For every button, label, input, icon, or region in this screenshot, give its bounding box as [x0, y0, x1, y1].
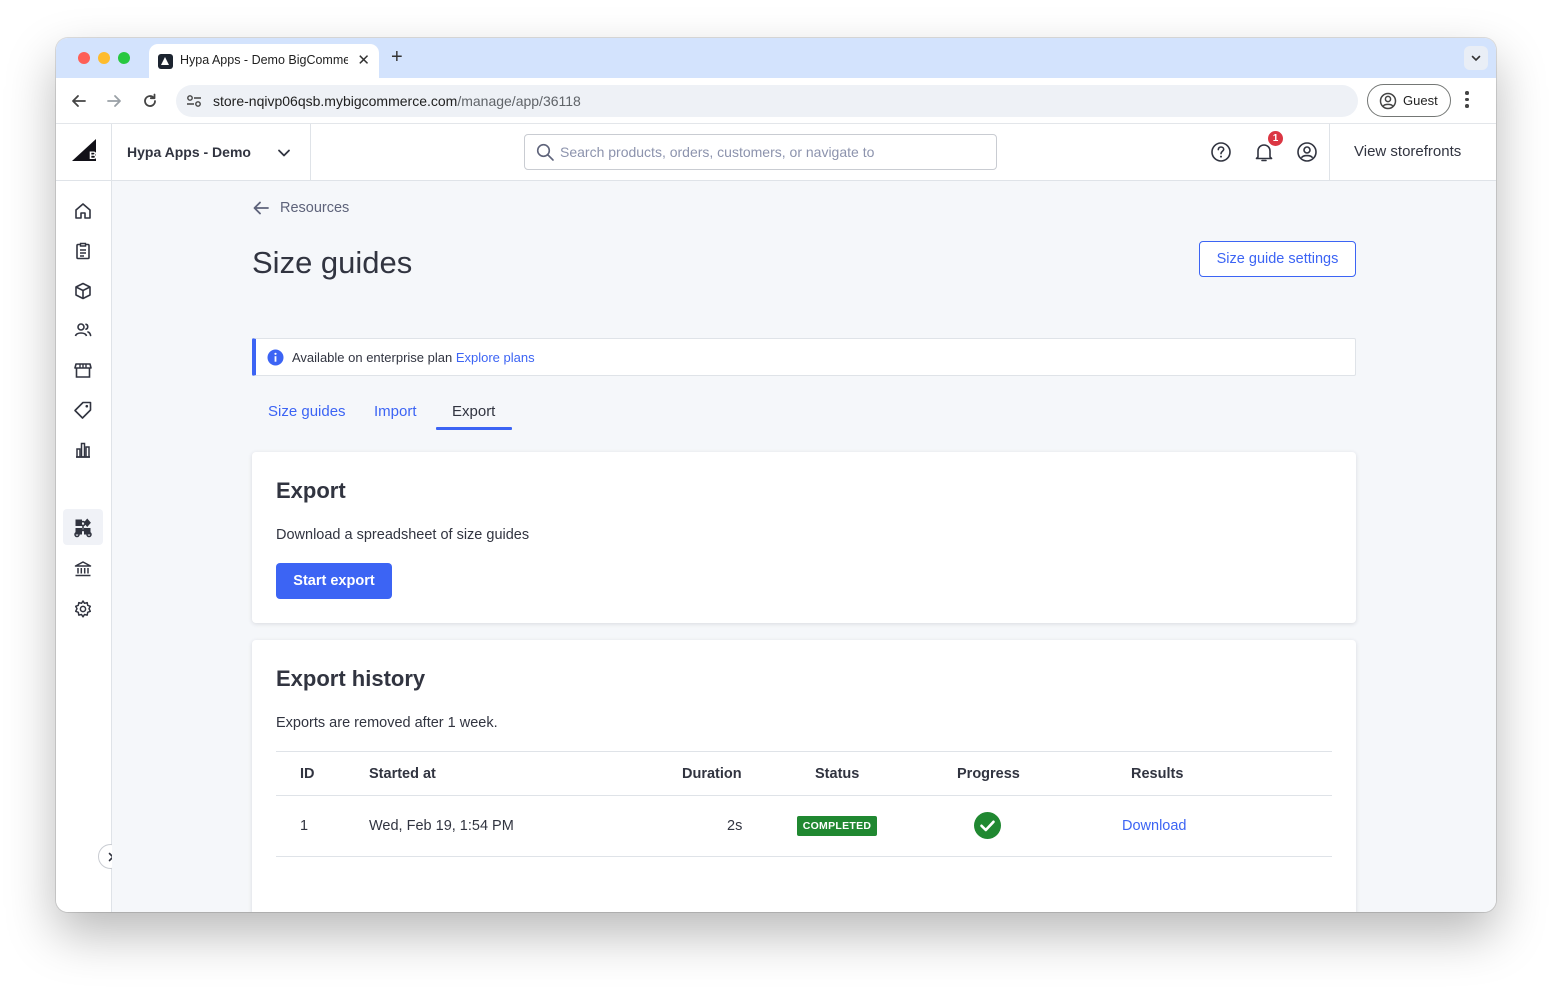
notification-count-badge: 1	[1268, 131, 1283, 146]
browser-menu-icon[interactable]	[1465, 91, 1469, 111]
url-path: /manage/app/36118	[457, 93, 581, 109]
export-card-title: Export	[276, 478, 346, 503]
profile-button[interactable]: Guest	[1367, 84, 1451, 117]
cell-id: 1	[300, 818, 309, 834]
back-arrow-icon[interactable]	[68, 90, 90, 112]
column-header-duration: Duration	[682, 766, 742, 782]
storefront-icon	[74, 363, 92, 378]
table-row: 1 Wed, Feb 19, 1:54 PM 2s COMPLETED Down…	[276, 796, 1332, 857]
size-guide-settings-button[interactable]: Size guide settings	[1199, 241, 1356, 277]
account-icon[interactable]	[1296, 141, 1318, 163]
start-export-button[interactable]: Start export	[276, 563, 392, 599]
cell-duration: 2s	[727, 818, 743, 834]
info-icon	[267, 349, 284, 366]
sidebar-item-settings[interactable]	[71, 597, 95, 621]
sidebar-nav	[56, 181, 112, 912]
main-content: Resources Size guides Size guide setting…	[112, 181, 1496, 912]
browser-toolbar: store-nqivp06qsb.mybigcommerce.com/manag…	[56, 78, 1496, 124]
export-card: Export Download a spreadsheet of size gu…	[252, 452, 1356, 623]
bigcommerce-logo-icon: B	[72, 139, 97, 162]
store-switcher-chevron-icon[interactable]	[276, 145, 292, 161]
back-arrow-icon	[253, 201, 269, 215]
forward-arrow-icon[interactable]	[103, 90, 125, 112]
close-window-button[interactable]	[78, 52, 90, 64]
browser-tab-title: Hypa Apps - Demo BigCommerce	[180, 53, 348, 67]
cell-started-at: Wed, Feb 19, 1:54 PM	[369, 818, 514, 834]
profile-icon	[1379, 92, 1397, 110]
tab-size-guides[interactable]: Size guides	[268, 403, 346, 420]
customers-icon	[74, 323, 92, 337]
banner-message: Available on enterprise plan	[292, 350, 453, 365]
column-header-started-at: Started at	[369, 766, 436, 782]
back-to-resources-link[interactable]: Resources	[252, 200, 349, 216]
reload-icon[interactable]	[139, 90, 161, 112]
column-header-progress: Progress	[957, 766, 1020, 782]
maximize-window-button[interactable]	[118, 52, 130, 64]
browser-window: Hypa Apps - Demo BigCommerce ✕ + store-n…	[56, 38, 1496, 912]
export-history-title: Export history	[276, 666, 426, 691]
progress-complete-check-icon	[974, 812, 1001, 839]
analytics-icon	[76, 442, 90, 458]
browser-tab-strip: Hypa Apps - Demo BigCommerce ✕ +	[56, 38, 1496, 78]
back-link-label: Resources	[280, 200, 350, 216]
browser-tab[interactable]: Hypa Apps - Demo BigCommerce ✕	[149, 44, 379, 78]
tab-export[interactable]: Export	[452, 403, 495, 420]
store-name[interactable]: Hypa Apps - Demo	[127, 144, 251, 160]
column-header-status: Status	[815, 766, 860, 782]
sidebar-item-finance[interactable]	[71, 557, 95, 581]
sidebar-item-orders[interactable]	[71, 239, 95, 263]
orders-icon	[76, 242, 90, 260]
sidebar-item-channels[interactable]	[71, 517, 95, 541]
tab-search-chevron-icon[interactable]	[1464, 46, 1488, 70]
search-input[interactable]	[560, 142, 980, 162]
column-header-id: ID	[300, 766, 315, 782]
tab-close-icon[interactable]: ✕	[357, 51, 370, 69]
new-tab-icon[interactable]: +	[391, 46, 403, 69]
active-tab-indicator	[436, 427, 512, 430]
svg-text:B: B	[89, 150, 97, 162]
bigcommerce-logo[interactable]: B	[56, 124, 112, 180]
view-storefronts-button[interactable]: View storefronts	[1354, 143, 1461, 160]
site-settings-icon[interactable]	[186, 94, 202, 113]
sidebar-item-home[interactable]	[71, 199, 95, 223]
column-header-results: Results	[1131, 766, 1184, 782]
sidebar-item-marketing[interactable]	[71, 398, 95, 422]
table-header-row: ID Started at Duration Status Progress R…	[276, 751, 1332, 796]
help-icon[interactable]	[1210, 141, 1232, 163]
download-link[interactable]: Download	[1122, 818, 1187, 834]
channels-icon	[74, 520, 92, 538]
settings-gear-icon	[74, 600, 92, 618]
header-divider	[310, 124, 311, 180]
sidebar-item-products[interactable]	[71, 279, 95, 303]
explore-plans-link[interactable]: Explore plans	[456, 350, 535, 365]
status-badge: COMPLETED	[797, 816, 877, 836]
app-header: B Hypa Apps - Demo 1 View storefronts	[56, 124, 1496, 181]
minimize-window-button[interactable]	[98, 52, 110, 64]
profile-label: Guest	[1403, 93, 1438, 108]
url-host: store-nqivp06qsb.mybigcommerce.com	[213, 93, 458, 109]
products-icon	[75, 282, 91, 300]
sidebar-item-analytics[interactable]	[71, 438, 95, 462]
export-history-table: ID Started at Duration Status Progress R…	[276, 751, 1332, 857]
sidebar-item-storefront[interactable]	[71, 358, 95, 382]
banner-text: Available on enterprise plan Explore pla…	[292, 350, 535, 365]
global-search[interactable]	[524, 134, 997, 170]
tab-import[interactable]: Import	[374, 403, 417, 420]
marketing-icon	[74, 401, 92, 419]
enterprise-plan-banner: Available on enterprise plan Explore pla…	[252, 338, 1356, 376]
url-text: store-nqivp06qsb.mybigcommerce.com/manag…	[213, 93, 581, 109]
export-history-card: Export history Exports are removed after…	[252, 640, 1356, 912]
search-icon	[536, 143, 554, 161]
bigcommerce-favicon-icon	[158, 54, 173, 69]
page-title: Size guides	[252, 245, 413, 280]
home-icon	[75, 203, 91, 219]
header-divider	[1329, 124, 1330, 180]
export-history-description: Exports are removed after 1 week.	[276, 715, 498, 731]
export-card-description: Download a spreadsheet of size guides	[276, 527, 530, 543]
finance-icon	[74, 561, 92, 577]
sidebar-item-customers[interactable]	[71, 318, 95, 342]
address-bar[interactable]: store-nqivp06qsb.mybigcommerce.com/manag…	[176, 85, 1358, 117]
